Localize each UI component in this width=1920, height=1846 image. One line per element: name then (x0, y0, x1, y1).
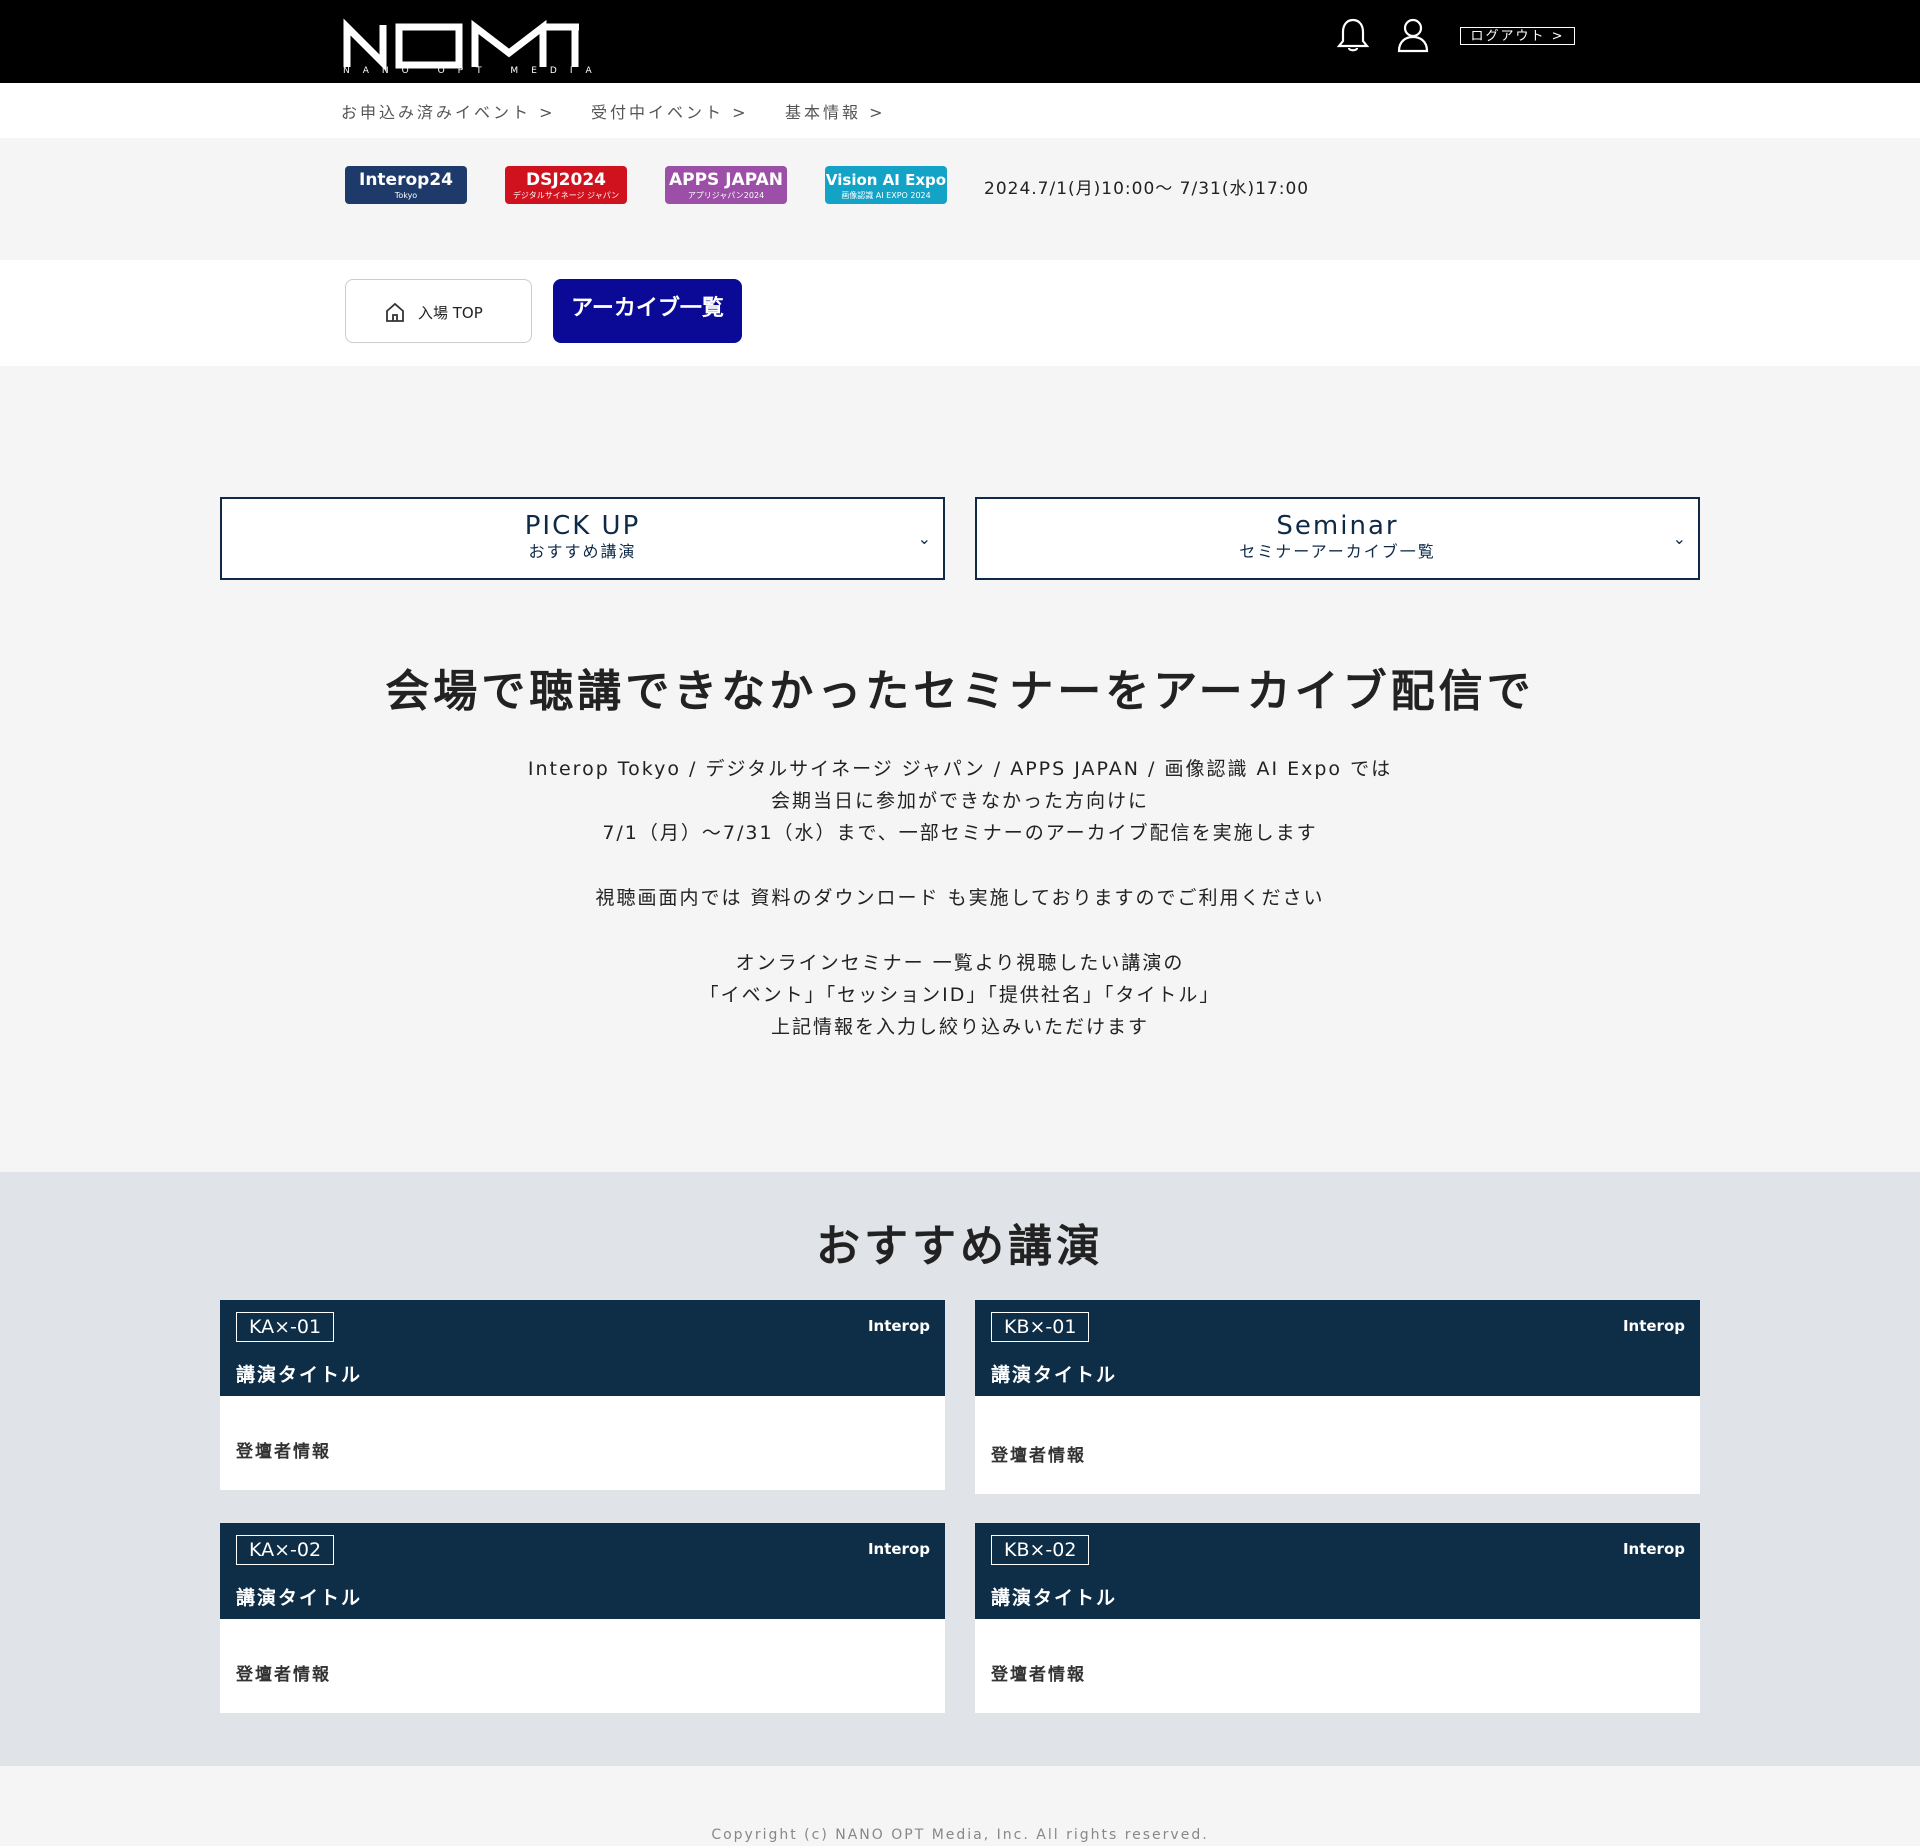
pickup-select-title: PICK UP (524, 511, 641, 541)
lecture-title: 講演タイトル (236, 1587, 363, 1609)
lecture-card-header: KA×-01 Interop 講演タイトル (220, 1300, 945, 1396)
session-code: KB×-01 (991, 1312, 1090, 1342)
intro-line: 7/1（月）～7/31（水）まで、一部セミナーのアーカイブ配信を実施します (602, 822, 1318, 844)
event-tag: Interop (1622, 1540, 1685, 1558)
session-code: KA×-01 (236, 1312, 335, 1342)
logo-subtext: NANO OPT MEDIA (343, 66, 605, 76)
nav-open-events[interactable]: 受付中イベント > (591, 99, 749, 123)
interop-badge: Interop24 Tokyo (345, 166, 467, 204)
dsj-badge: DSJ2024 デジタルサイネージ ジャパン (505, 166, 627, 204)
speaker-info: 登壇者情報 (236, 1665, 331, 1685)
tab-band: 入場 TOP アーカイブ一覧 (0, 260, 1920, 366)
recommended-section: おすすめ講演 KA×-01 Interop 講演タイトル 登壇者情報 KB×-0… (0, 1172, 1920, 1766)
bell-icon[interactable] (1336, 17, 1370, 53)
seminar-select[interactable]: Seminar セミナーアーカイブ一覧 ⌄ (975, 497, 1700, 580)
sub-navigation: お申込み済みイベント > 受付中イベント > 基本情報 > (0, 83, 1920, 139)
recommended-title: おすすめ講演 (816, 1221, 1104, 1272)
copyright-text: Copyright (c) NANO OPT Media, Inc. All r… (711, 1827, 1209, 1843)
chevron-down-icon: ⌄ (1672, 529, 1686, 548)
nav-applied-events[interactable]: お申込み済みイベント > (341, 99, 556, 123)
speaker-info: 登壇者情報 (236, 1442, 331, 1462)
event-date-range: 2024.7/1(月)10:00～ 7/31(水)17:00 (984, 179, 1310, 199)
speaker-info: 登壇者情報 (991, 1446, 1086, 1466)
seminar-select-subtitle: セミナーアーカイブ一覧 (1239, 542, 1436, 561)
lecture-title: 講演タイトル (236, 1364, 363, 1386)
pickup-select-subtitle: おすすめ講演 (528, 542, 637, 561)
nav-basic-info[interactable]: 基本情報 > (785, 99, 886, 123)
lecture-card-header: KA×-02 Interop 講演タイトル (220, 1523, 945, 1619)
event-tag: Interop (867, 1540, 930, 1558)
top-header: NANO OPT MEDIA ログアウト > (0, 0, 1920, 83)
event-tag: Interop (867, 1317, 930, 1335)
lecture-card-header: KB×-01 Interop 講演タイトル (975, 1300, 1700, 1396)
intro-line: オンラインセミナー 一覧より視聴したい講演の (735, 952, 1185, 974)
footer: Copyright (c) NANO OPT Media, Inc. All r… (0, 1766, 1920, 1846)
intro-line: 会期当日に参加ができなかった方向けに (770, 790, 1149, 812)
event-tag: Interop (1622, 1317, 1685, 1335)
session-code: KA×-02 (236, 1535, 335, 1565)
lecture-card-header: KB×-02 Interop 講演タイトル (975, 1523, 1700, 1619)
logout-button[interactable]: ログアウト > (1460, 27, 1575, 45)
vision-ai-expo-badge: Vision AI Expo 画像認識 AI EXPO 2024 (825, 166, 947, 204)
tab-entrance-top-label: 入場 TOP (418, 304, 483, 322)
user-icon[interactable] (1396, 17, 1430, 53)
lecture-card[interactable]: KA×-02 Interop 講演タイトル 登壇者情報 (220, 1523, 945, 1713)
lecture-title: 講演タイトル (991, 1364, 1118, 1386)
home-icon (386, 302, 404, 322)
lecture-card[interactable]: KB×-01 Interop 講演タイトル 登壇者情報 (975, 1300, 1700, 1494)
event-band: Interop24 Tokyo DSJ2024 デジタルサイネージ ジャパン A… (0, 138, 1920, 260)
page-headline: 会場で聴講できなかったセミナーをアーカイブ配信で (385, 666, 1535, 717)
tab-archive-list[interactable]: アーカイブ一覧 (553, 279, 742, 343)
lecture-card[interactable]: KA×-01 Interop 講演タイトル 登壇者情報 (220, 1300, 945, 1490)
intro-line: Interop Tokyo / デジタルサイネージ ジャパン / APPS JA… (527, 758, 1393, 780)
seminar-select-title: Seminar (1276, 511, 1399, 541)
tab-entrance-top[interactable]: 入場 TOP (345, 279, 532, 343)
lecture-title: 講演タイトル (991, 1587, 1118, 1609)
intro-line: 「イベント」「セッションID」「提供社名」「タイトル」 (699, 984, 1221, 1006)
pickup-select[interactable]: PICK UP おすすめ講演 ⌄ (220, 497, 945, 580)
speaker-info: 登壇者情報 (991, 1665, 1086, 1685)
apps-japan-badge: APPS JAPAN アプリジャパン2024 (665, 166, 787, 204)
intro-line: 視聴画面内では 資料のダウンロード も実施しておりますのでご利用ください (595, 887, 1325, 909)
session-code: KB×-02 (991, 1535, 1090, 1565)
chevron-down-icon: ⌄ (917, 529, 931, 548)
intro-line: 上記情報を入力し絞り込みいただけます (770, 1016, 1149, 1038)
lecture-card[interactable]: KB×-02 Interop 講演タイトル 登壇者情報 (975, 1523, 1700, 1713)
